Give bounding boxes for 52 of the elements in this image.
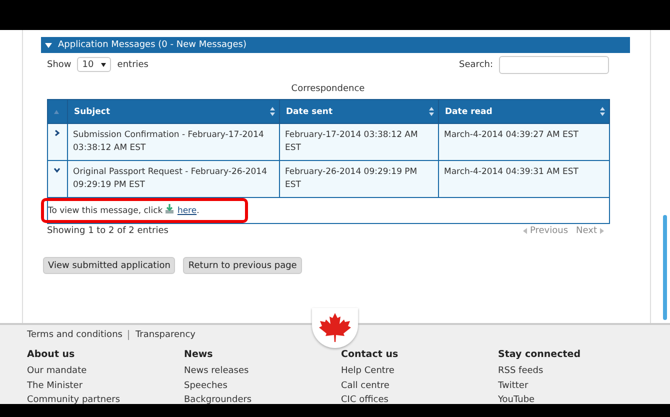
chevron-icon[interactable]	[54, 130, 60, 136]
table-caption: Correspondence	[290, 84, 366, 94]
here-link[interactable]: here	[165, 206, 197, 216]
footer-link[interactable]: Terms and conditions	[27, 330, 122, 340]
table-header-cell[interactable]	[48, 100, 68, 124]
footer-link[interactable]: CIC offices	[341, 393, 388, 408]
sort-icon	[600, 107, 605, 116]
chevron-icon[interactable]	[54, 167, 60, 173]
footer-heading: Stay connected	[498, 349, 581, 360]
footer-link[interactable]: Call centre	[341, 378, 390, 393]
table-cell: Original Passport Request - February-26-2014 09:29:19 PM EST	[68, 160, 280, 198]
maple-leaf-icon	[312, 308, 358, 348]
footer-link[interactable]: Help Centre	[341, 364, 394, 378]
caret-icon	[101, 62, 106, 66]
sort-icon	[54, 110, 59, 114]
footer-heading: Contact us	[341, 349, 398, 360]
search-label: Search:	[459, 60, 493, 70]
table-cell: March-4-2014 04:39:31 AM EST	[438, 160, 610, 198]
footer-link[interactable]: Our mandate	[27, 364, 87, 378]
column-header[interactable]: Subject	[68, 100, 280, 124]
table-cell: February-17-2014 03:38:12 AM EST	[280, 124, 438, 160]
footer-link[interactable]: YouTube	[498, 393, 535, 408]
show-label: Show	[47, 60, 72, 70]
table-info: Showing 1 to 2 of 2 entries	[47, 226, 168, 236]
arrow-right-icon	[600, 228, 604, 234]
footer-link[interactable]: RSS feeds	[498, 364, 544, 378]
footer-heading: News	[184, 349, 213, 360]
search-field[interactable]	[499, 56, 609, 74]
arrow-left-icon	[522, 228, 527, 234]
entries-label: entries	[117, 60, 148, 70]
action-button[interactable]: Return to previous page	[183, 257, 302, 274]
caret-icon	[45, 42, 52, 48]
column-header[interactable]: Date sent	[280, 100, 438, 124]
action-button[interactable]: View submitted application	[43, 257, 176, 274]
footer-link[interactable]: Transparency	[128, 330, 196, 340]
table-cell: March-4-2014 04:39:27 AM EST	[438, 124, 610, 160]
entries-dropdown[interactable]: 10	[77, 57, 112, 72]
table-cell: February-26-2014 09:29:19 PM EST	[280, 160, 438, 198]
column-header[interactable]: Date read	[438, 100, 610, 124]
footer-heading: About us	[27, 349, 75, 360]
section-header[interactable]: Application Messages (0 - New Messages)	[41, 37, 630, 53]
message-text: To view this message, click here.	[48, 206, 200, 216]
sort-icon	[429, 107, 434, 116]
table-cell: Submission Confirmation - February-17-2014 03:38:12 AM EST	[68, 124, 280, 160]
sort-icon	[270, 107, 275, 116]
scrollbar-thumb[interactable]	[663, 215, 667, 320]
footer-link[interactable]: The Minister	[27, 378, 83, 393]
footer-link[interactable]: Twitter	[498, 378, 528, 393]
footer-link[interactable]: News releases	[184, 364, 249, 378]
footer-link[interactable]: Backgrounders	[184, 393, 252, 408]
footer-link[interactable]: Community partners	[27, 393, 120, 408]
footer-link[interactable]: Speeches	[184, 378, 228, 393]
